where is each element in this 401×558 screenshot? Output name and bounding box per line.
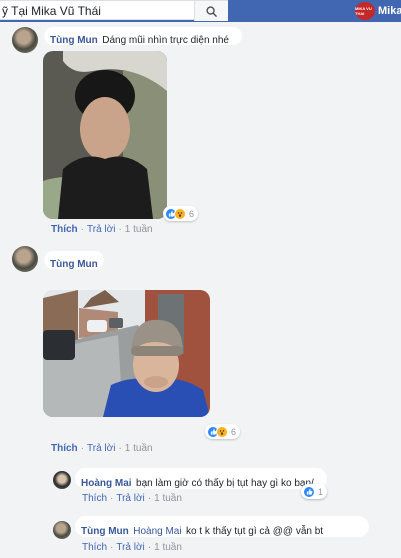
comment-bubble: Tùng Mun Dáng mũi nhìn trực diện nhé [44,27,242,48]
wow-icon [216,425,228,438]
profile-link[interactable]: MIKA VU THAI Mika [355,2,401,20]
reaction-count: 6 [189,208,195,219]
comment-line: Tùng Mun Dáng mũi nhìn trực diện nhé [50,30,229,48]
reply-link[interactable]: Trả lời [87,443,115,454]
search-button[interactable] [194,1,228,21]
avatar[interactable] [12,246,38,272]
reply-link[interactable]: Trả lời [116,542,144,553]
profile-avatar-text: MIKA VU THAI [355,6,372,16]
reply-link[interactable]: Trả lời [116,493,144,504]
reply-mention[interactable]: Hoàng Mai [133,526,181,537]
reaction-summary[interactable]: 6 [163,206,199,221]
profile-avatar[interactable]: MIKA VU THAI [355,2,375,20]
comment-photo[interactable] [43,51,167,219]
reply-author[interactable]: Tùng Mun [81,526,129,537]
comment-bubble: Tùng Mun [44,251,104,270]
reaction-summary[interactable]: 1 [301,484,328,499]
reply-text: ko t k thấy tụt gì cả @@ vẫn bt [186,526,324,537]
timestamp[interactable]: 1 tuần [154,493,182,504]
comment-actions: Thích · Trả lời · 1 tuần [51,443,153,454]
street-selfie-image [43,290,210,417]
reply-actions: Thích · Trả lời · 1 tuần [82,493,182,504]
reply-author[interactable]: Hoàng Mai [81,478,132,489]
selfie-image [43,51,167,219]
timestamp[interactable]: 1 tuần [154,542,182,553]
reply-line: Tùng Mun Hoàng Mai ko t k thấy tụt gì cả… [81,521,323,539]
comment-actions: Thích · Trả lời · 1 tuần [51,224,153,235]
reply-text: bạn làm giờ có thấy bị tụt hay gì ko bạn… [136,478,314,489]
avatar[interactable] [53,471,71,489]
top-navigation-bar: ỹ Tại Mika Vũ Thái MIKA VU THAI Mika [0,0,401,22]
like-link[interactable]: Thích [51,443,78,454]
reply-line: Hoàng Mai bạn làm giờ có thấy bị tụt hay… [81,473,314,491]
like-link[interactable]: Thích [51,224,78,235]
comment-text: Dáng mũi nhìn trực diện nhé [102,35,229,46]
search-icon [206,5,217,17]
like-link[interactable]: Thích [82,493,107,504]
timestamp[interactable]: 1 tuần [125,443,153,454]
search-input[interactable]: ỹ Tại Mika Vũ Thái [2,4,101,18]
search-field[interactable]: ỹ Tại Mika Vũ Thái [0,0,228,21]
comment-photo[interactable] [43,290,210,417]
avatar[interactable] [12,27,38,53]
like-icon [303,485,315,498]
reply-link[interactable]: Trả lời [87,224,115,235]
reply-bubble: Hoàng Mai bạn làm giờ có thấy bị tụt hay… [75,468,327,489]
timestamp[interactable]: 1 tuần [125,224,153,235]
profile-name[interactable]: Mika [378,5,401,17]
wow-icon [174,207,186,220]
avatar[interactable] [53,521,71,539]
reaction-count: 1 [318,486,324,497]
comment-author[interactable]: Tùng Mun [50,35,98,46]
like-link[interactable]: Thích [82,542,107,553]
reply-bubble: Tùng Mun Hoàng Mai ko t k thấy tụt gì cả… [75,516,369,537]
reply-actions: Thích · Trả lời · 1 tuần [82,542,182,553]
photo-spacer [44,269,210,291]
reaction-summary[interactable]: 6 [205,424,241,439]
reaction-count: 6 [231,426,237,437]
